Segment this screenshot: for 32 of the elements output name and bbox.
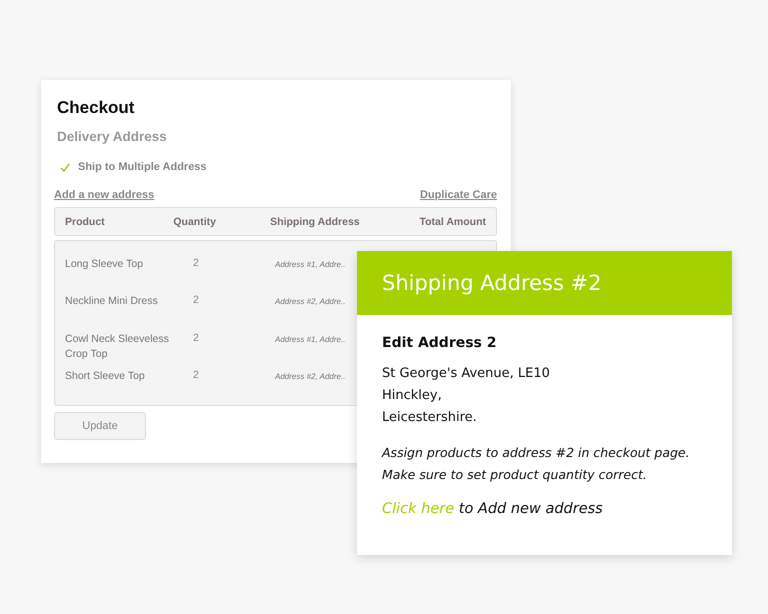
product-cell-text: Long Sleeve Top <box>65 257 144 272</box>
ship-multiple-label: Ship to Multiple Address <box>78 161 207 173</box>
quantity-cell-text: 2 <box>192 257 200 269</box>
checkout-title: Checkout <box>57 98 136 118</box>
address-cell-text: Address #1, Addre.. <box>275 259 346 269</box>
edit-address-heading: Edit Address 2 <box>382 335 498 351</box>
instruction-text: Make sure to set product quantity correct. <box>382 466 648 484</box>
add-address-link[interactable]: Add a new address <box>54 189 154 201</box>
delivery-address-heading: Delivery Address <box>57 129 168 144</box>
product-cell-text: Neckline Mini Dress <box>65 294 159 309</box>
address-cell-text: Address #1, Addre.. <box>275 334 346 344</box>
duplicate-link[interactable]: Duplicate Care <box>420 189 497 201</box>
product-cell-text: Short Sleeve Top <box>65 369 146 384</box>
quantity-cell-text: 2 <box>192 294 200 306</box>
column-header: Total Amount <box>418 216 486 228</box>
update-button[interactable]: Update <box>54 412 146 440</box>
column-header: Quantity <box>173 216 217 228</box>
product-cell-text: Cowl Neck Sleeveless Crop Top <box>65 332 170 362</box>
checkbox[interactable] <box>60 162 70 172</box>
address-line: St George's Avenue, LE10 <box>382 365 551 383</box>
click-here-link[interactable]: Click here <box>382 501 454 517</box>
instruction-text: Assign products to address #2 in checkout page. <box>382 444 691 462</box>
column-header: Product <box>65 216 106 228</box>
address-cell-text: Address #2, Addre.. <box>275 296 346 306</box>
popup-title: Shipping Address #2 <box>382 271 602 295</box>
quantity-cell-text: 2 <box>192 332 200 344</box>
address-line: Hinckley, <box>382 387 443 405</box>
column-header: Shipping Address <box>270 216 361 228</box>
address-cell-text: Address #2, Addre.. <box>275 371 346 381</box>
address-line: Leicestershire. <box>382 409 478 427</box>
quantity-cell-text: 2 <box>192 369 200 381</box>
add-address-sentence: Click here to Add new address <box>382 501 604 517</box>
